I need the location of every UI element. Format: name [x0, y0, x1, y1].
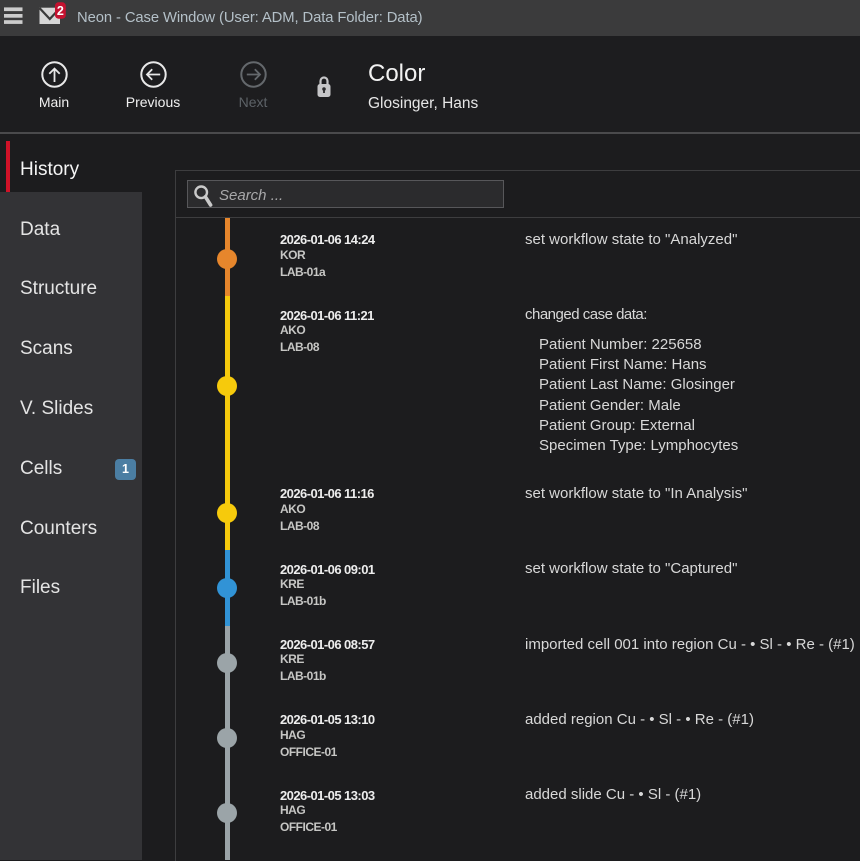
svg-text:2: 2: [57, 4, 64, 18]
